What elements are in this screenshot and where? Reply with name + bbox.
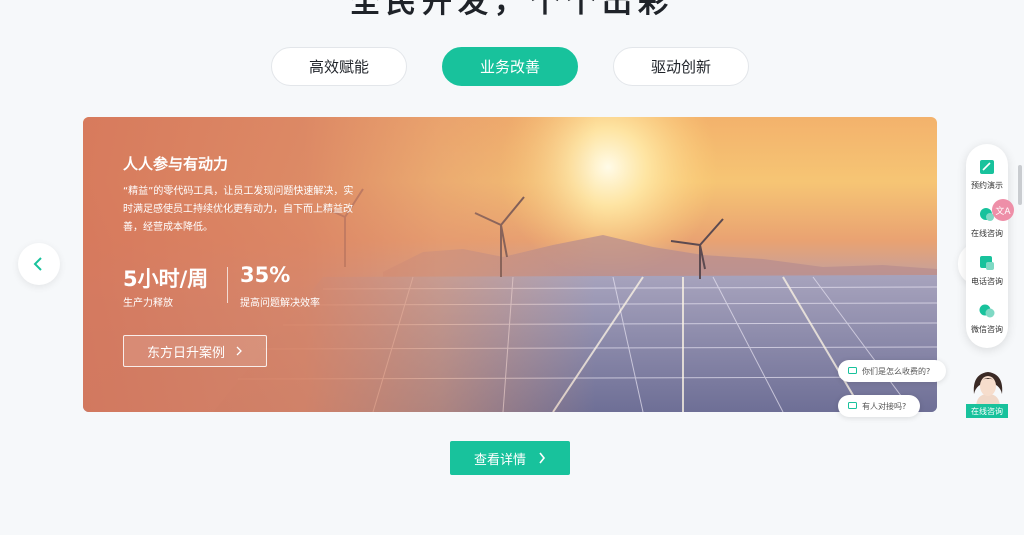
floating-contact-panel: 预约演示 在线咨询 电话咨询 微信咨询 [966,144,1008,348]
banner-card: 人人参与有动力 “精益”的零代码工具，让员工发现问题快速解决，实时满足感使员工持… [83,117,937,412]
section-title: 全民开发，个个出彩 [350,0,674,20]
online-consult-tag[interactable]: 在线咨询 [966,404,1008,418]
scrollbar[interactable] [1018,165,1022,205]
tab-efficiency[interactable]: 高效赋能 [271,47,407,86]
side-item-demo[interactable]: 预约演示 [966,158,1008,191]
side-item-label: 在线咨询 [971,229,1003,238]
stat-label-productivity: 生产力释放 [123,298,173,309]
side-item-label: 微信咨询 [971,325,1003,334]
tab-drive-innovation[interactable]: 驱动创新 [613,47,749,86]
side-item-wechat[interactable]: 微信咨询 [966,302,1008,335]
chevron-right-icon [236,346,242,356]
quick-question-text: 有人对接吗? [862,401,907,411]
quick-question-contact[interactable]: 有人对接吗? [838,395,920,417]
view-details-label: 查看详情 [473,452,526,468]
side-item-phone[interactable]: 电话咨询 [966,254,1008,287]
side-item-label: 预约演示 [971,181,1003,190]
translate-icon[interactable]: 文A [992,199,1014,221]
message-icon [848,367,857,374]
stat-value-efficiency: 35% [240,263,291,287]
quick-question-pricing[interactable]: 你们是怎么收费的? [838,360,946,382]
quick-question-text: 你们是怎么收费的? [862,366,931,376]
prev-slide-button[interactable] [18,243,60,285]
stat-divider [227,267,228,303]
side-item-label: 电话咨询 [971,277,1003,286]
wechat-icon [979,304,995,318]
chevron-left-icon [33,257,42,271]
case-study-button[interactable]: 东方日升案例 [123,335,267,367]
stat-value-productivity: 5小时/周 [123,267,209,291]
calendar-icon [980,160,994,174]
tab-business-improvement[interactable]: 业务改善 [442,47,578,86]
banner-title: 人人参与有动力 [123,155,229,173]
banner-description: “精益”的零代码工具，让员工发现问题快速解决，实时满足感使员工持续优化更有动力，… [123,186,354,233]
stat-label-efficiency: 提高问题解决效率 [240,298,320,309]
view-details-button[interactable]: 查看详情 [450,441,570,475]
message-icon [848,402,857,409]
case-study-label: 东方日升案例 [146,345,225,361]
chevron-right-icon [539,452,546,464]
avatar [973,372,1003,408]
phone-icon [980,256,994,270]
